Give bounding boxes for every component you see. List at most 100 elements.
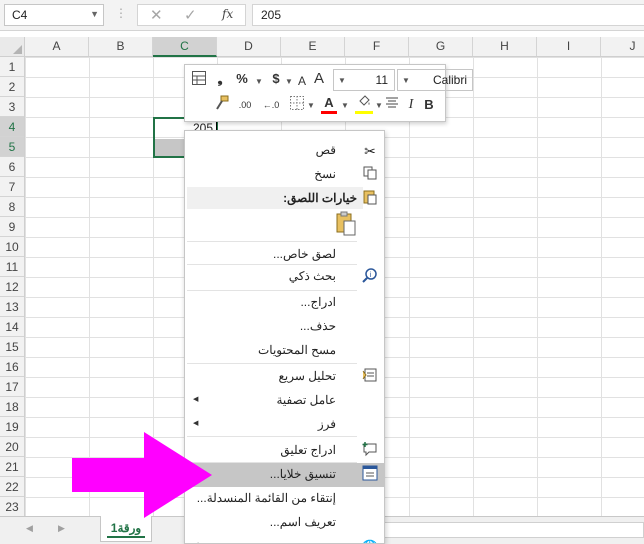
row-header[interactable]: 5 (0, 137, 24, 157)
row-header[interactable]: 3 (0, 97, 24, 117)
increase-decimal-icon[interactable]: .00 (233, 95, 257, 115)
menu-item-quick-analysis[interactable]: تحليل سريع (185, 365, 384, 389)
column-header-e[interactable]: E (281, 37, 345, 56)
row-header[interactable]: 13 (0, 297, 24, 317)
row-header[interactable]: 18 (0, 397, 24, 417)
decrease-font-size-icon[interactable]: A (295, 71, 309, 91)
row-header[interactable]: 16 (0, 357, 24, 377)
sheet-tab-label: ورقة1 (110, 521, 142, 535)
increase-font-size-icon[interactable]: A (311, 69, 327, 89)
paste-button-icon[interactable] (335, 211, 357, 240)
row-header[interactable]: 1 (0, 57, 24, 77)
row-header[interactable]: 17 (0, 377, 24, 397)
menu-item-label: حذف... (299, 319, 336, 333)
align-center-icon[interactable] (383, 95, 401, 115)
format-painter-icon[interactable] (213, 95, 231, 115)
menu-item-label: بحث ذكي (288, 269, 336, 283)
column-header-g[interactable]: G (409, 37, 473, 56)
column-header-a[interactable]: A (25, 37, 89, 56)
column-header-d[interactable]: D (217, 37, 281, 56)
row-header[interactable]: 2 (0, 77, 24, 97)
chevron-down-icon[interactable]: ▼ (255, 77, 263, 86)
column-header-i[interactable]: I (537, 37, 601, 56)
font-name-select[interactable]: ▼ Calibri (397, 69, 473, 91)
row-header[interactable]: 21 (0, 457, 24, 477)
format-table-icon[interactable] (189, 71, 209, 91)
column-header-h[interactable]: H (473, 37, 537, 56)
font-size-value: 11 (375, 73, 388, 87)
menu-item-link[interactable]: ◀ 🌐 (185, 535, 384, 543)
menu-item-sort[interactable]: فرز ◀ (185, 413, 384, 437)
scissors-icon: ✂ (364, 143, 376, 159)
menu-item-label: إنتقاء من القائمة المنسدلة... (196, 491, 336, 505)
name-box[interactable]: C4 ▼ (4, 4, 104, 26)
row-header[interactable]: 4 (0, 117, 24, 137)
annotation-arrow-icon (72, 432, 212, 518)
menu-separator (187, 363, 357, 364)
menu-item-smart-lookup[interactable]: بحث ذكي i (185, 265, 384, 289)
menu-item-insert[interactable]: ادراج... (185, 291, 384, 315)
scroll-left-icon[interactable]: ◀ (26, 523, 33, 534)
menu-item-format-cells[interactable]: تنسيق خلايا... (185, 463, 384, 487)
font-color-icon[interactable]: A (321, 94, 337, 114)
percent-style-icon[interactable]: % (233, 69, 251, 89)
row-header[interactable]: 10 (0, 237, 24, 257)
menu-item-label: تنسيق خلايا... (269, 467, 336, 481)
bold-icon[interactable]: B (421, 95, 437, 115)
svg-text:i: i (370, 271, 372, 279)
row-header[interactable]: 9 (0, 217, 24, 237)
decrease-decimal-icon[interactable]: ←.0 (259, 95, 283, 115)
quick-analysis-icon (360, 367, 380, 387)
sheet-tab[interactable]: ورقة1 (100, 516, 152, 542)
menu-item-label: فرز (317, 417, 336, 431)
row-header[interactable]: 14 (0, 317, 24, 337)
row-header[interactable]: 12 (0, 277, 24, 297)
format-cells-icon (360, 465, 380, 485)
chevron-down-icon[interactable]: ▼ (341, 101, 349, 110)
chevron-down-icon[interactable]: ▼ (285, 77, 293, 86)
fill-color-icon[interactable] (355, 94, 373, 114)
select-all-corner[interactable] (0, 37, 25, 57)
menu-item-delete[interactable]: حذف... (185, 315, 384, 339)
scroll-right-icon[interactable]: ▶ (58, 523, 65, 534)
comma-style-icon[interactable]: ❟ (213, 69, 227, 89)
menu-item-cut[interactable]: قص ✂ (185, 139, 384, 163)
column-header-j[interactable]: J (601, 37, 644, 56)
column-header-c[interactable]: C (153, 37, 217, 57)
cancel-icon[interactable]: ✕ (150, 6, 163, 24)
active-tab-indicator (107, 536, 145, 538)
menu-item-label: تحليل سريع (278, 369, 336, 383)
paste-options-label: خيارات اللصق: (283, 191, 357, 205)
enter-icon[interactable]: ✓ (184, 6, 197, 24)
insert-function-icon[interactable]: fx (222, 7, 233, 21)
globe-icon: 🌐 (360, 537, 380, 543)
row-header[interactable]: 11 (0, 257, 24, 277)
row-header[interactable]: 15 (0, 337, 24, 357)
menu-separator (187, 436, 357, 437)
row-header[interactable]: 22 (0, 477, 24, 497)
chevron-down-icon[interactable]: ▼ (375, 101, 383, 110)
row-header[interactable]: 20 (0, 437, 24, 457)
italic-icon[interactable]: I (403, 95, 419, 115)
row-header[interactable]: 8 (0, 197, 24, 217)
formula-tools: ✕ ✓ fx (137, 4, 246, 26)
row-header[interactable]: 7 (0, 177, 24, 197)
formula-input[interactable]: 205 (252, 4, 644, 26)
chevron-down-icon[interactable]: ▼ (90, 9, 99, 19)
menu-item-copy[interactable]: نسخ (185, 163, 384, 187)
menu-item-insert-comment[interactable]: ادراج تعليق (185, 439, 384, 463)
row-header[interactable]: 6 (0, 157, 24, 177)
column-header-f[interactable]: F (345, 37, 409, 56)
menu-item-clear-contents[interactable]: مسح المحتويات (185, 339, 384, 363)
borders-icon[interactable] (289, 96, 305, 116)
menu-item-filter[interactable]: عامل تصفية ◀ (185, 389, 384, 413)
currency-style-icon[interactable]: $ (267, 69, 285, 89)
column-header-b[interactable]: B (89, 37, 153, 56)
row-header[interactable]: 19 (0, 417, 24, 437)
chevron-down-icon[interactable]: ▼ (307, 101, 315, 110)
menu-item-pick-from-list[interactable]: إنتقاء من القائمة المنسدلة... (185, 487, 384, 511)
row-header[interactable]: 23 (0, 497, 24, 516)
font-size-select[interactable]: ▼ 11 (333, 69, 395, 91)
menu-item-label: لصق خاص... (273, 247, 336, 261)
menu-item-define-name[interactable]: تعريف اسم... (185, 511, 384, 535)
